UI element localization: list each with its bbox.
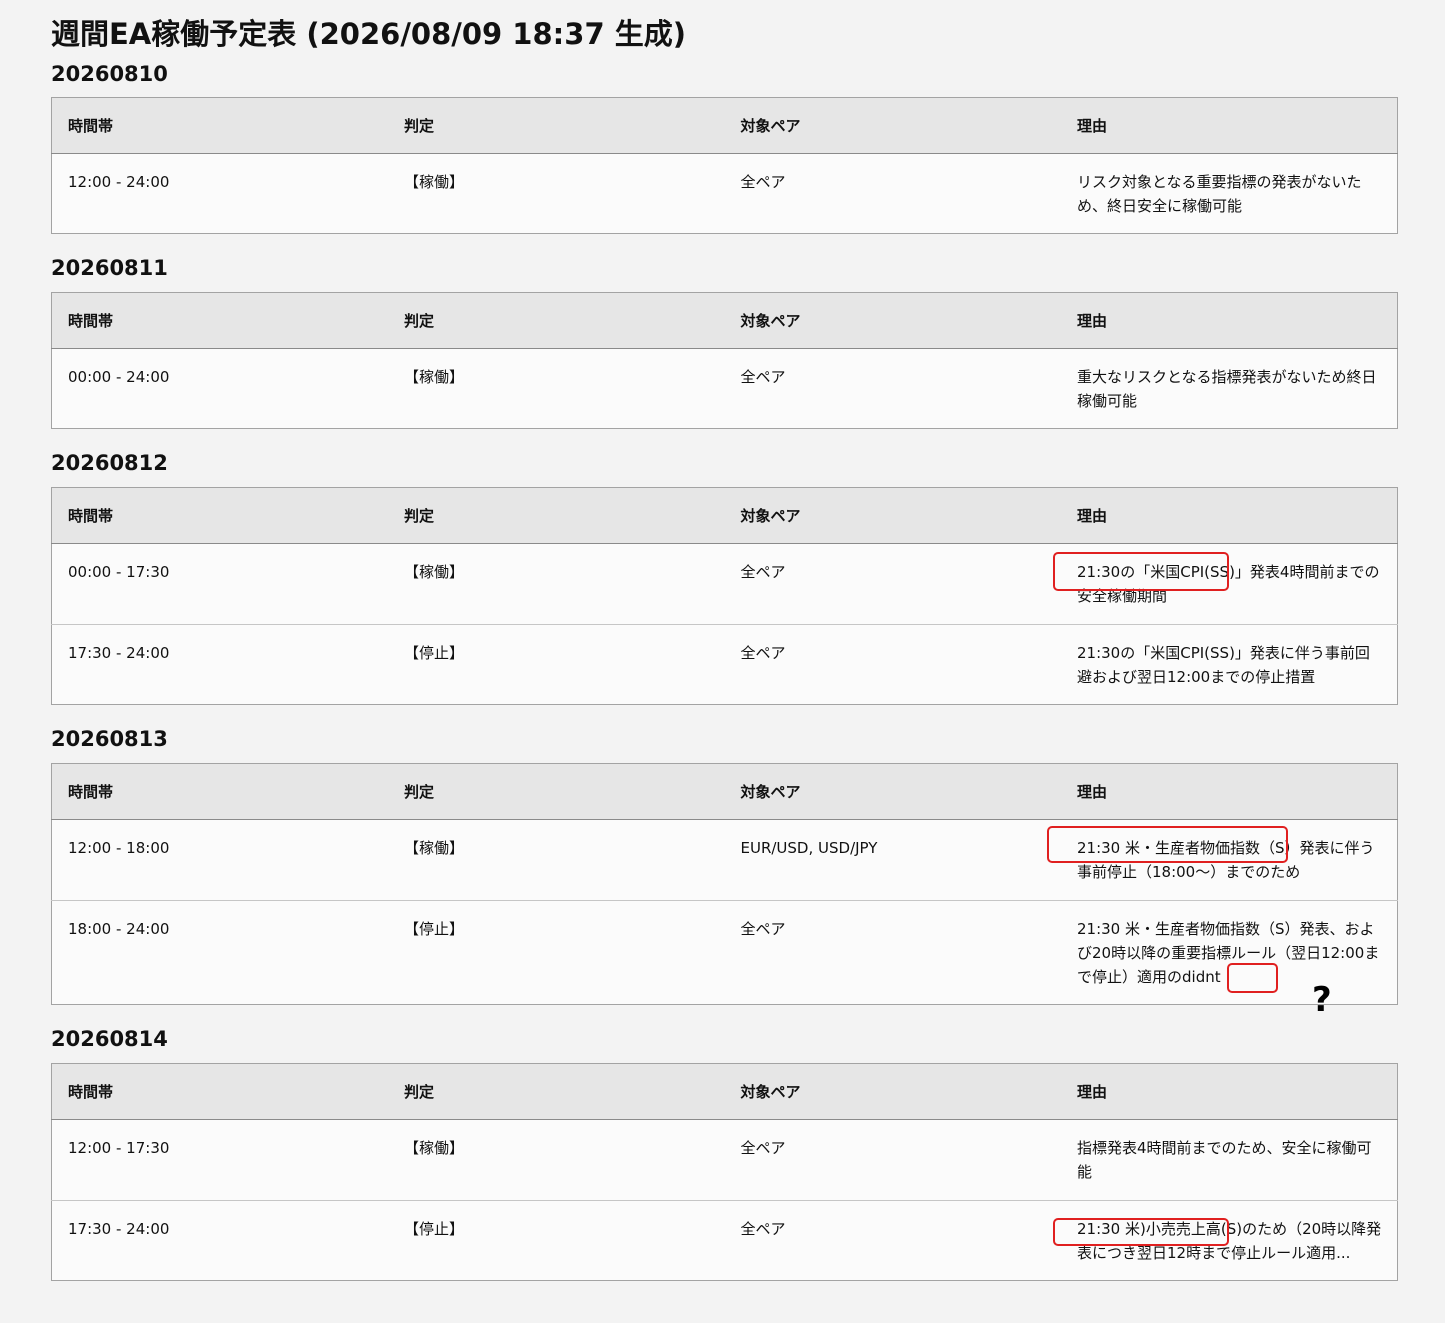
cell-reason: 重大なリスクとなる指標発表がないため終日稼働可能 <box>1077 368 1377 410</box>
header-time: 時間帯 <box>51 1063 388 1120</box>
cell-verdict: 【稼働】 <box>404 368 465 386</box>
schedule-table-20260812: 時間帯 判定 対象ペア 理由 00:00 - 17:30 【稼働】 全ペア 21… <box>51 487 1398 705</box>
cell-pair: 全ペア <box>740 1139 786 1157</box>
day-heading-20260813: 20260813 <box>51 727 168 751</box>
header-verdict: 判定 <box>388 292 725 349</box>
table-row: 18:00 - 24:00 【停止】 全ペア 21:30 米・生産者物価指数（S… <box>51 900 1398 1005</box>
schedule-table-20260810: 時間帯 判定 対象ペア 理由 12:00 - 24:00 【稼働】 全ペア リス… <box>51 97 1398 234</box>
cell-time: 12:00 - 17:30 <box>68 1139 170 1157</box>
cell-reason: 指標発表4時間前までのため、安全に稼働可能 <box>1077 1139 1372 1181</box>
cell-pair: 全ペア <box>724 1200 1061 1281</box>
cell-pair: 全ペア <box>740 368 786 386</box>
header-pair: 対象ペア <box>724 763 1061 820</box>
table-row: 00:00 - 24:00 【稼働】 全ペア 重大なリスクとなる指標発表がないた… <box>52 349 1398 429</box>
table-row: 12:00 - 17:30 【稼働】 全ペア 指標発表4時間前までのため、安全に… <box>52 1120 1398 1201</box>
table-header-row: 時間帯 判定 対象ペア 理由 <box>51 292 1398 349</box>
header-verdict: 判定 <box>388 1063 725 1120</box>
page-title: 週間EA稼働予定表 (2026/08/09 18:37 生成) <box>51 17 686 51</box>
header-reason: 理由 <box>1061 292 1398 349</box>
day-heading-20260810: 20260810 <box>51 62 168 86</box>
cell-time: 12:00 - 18:00 <box>68 839 170 857</box>
table-header-row: 時間帯 判定 対象ペア 理由 <box>51 97 1398 154</box>
schedule-page: 週間EA稼働予定表 (2026/08/09 18:37 生成) 20260810… <box>51 14 1398 1281</box>
table-header-row: 時間帯 判定 対象ペア 理由 <box>51 763 1398 820</box>
schedule-table-20260811: 時間帯 判定 対象ペア 理由 00:00 - 24:00 【稼働】 全ペア 重大… <box>51 292 1398 429</box>
day-heading-20260814: 20260814 <box>51 1027 168 1051</box>
day-heading-20260811: 20260811 <box>51 256 168 280</box>
header-pair: 対象ペア <box>724 97 1061 154</box>
cell-time: 17:30 - 24:00 <box>51 624 388 705</box>
header-reason: 理由 <box>1061 1063 1398 1120</box>
cell-pair: 全ペア <box>724 900 1061 1005</box>
table-header-row: 時間帯 判定 対象ペア 理由 <box>51 1063 1398 1120</box>
cell-verdict: 【稼働】 <box>404 563 465 581</box>
table-row: 17:30 - 24:00 【停止】 全ペア 21:30の「米国CPI(SS)」… <box>51 624 1398 705</box>
cell-reason: 21:30 米・生産者物価指数（S）発表、および20時以降の重要指標ルール（翌日… <box>1061 900 1398 1005</box>
day-heading-20260812: 20260812 <box>51 451 168 475</box>
header-pair: 対象ペア <box>724 1063 1061 1120</box>
header-verdict: 判定 <box>388 487 725 544</box>
cell-pair: 全ペア <box>740 563 786 581</box>
cell-verdict: 【稼働】 <box>404 839 465 857</box>
reason-text: 21:30 米)小売売上高(S)のため（20時以降発表につき翌日12時まで停止ル… <box>1077 1220 1382 1262</box>
header-reason: 理由 <box>1061 97 1398 154</box>
table-header-row: 時間帯 判定 対象ペア 理由 <box>51 487 1398 544</box>
table-row: 00:00 - 17:30 【稼働】 全ペア 21:30の「米国CPI(SS)」… <box>52 544 1398 625</box>
header-pair: 対象ペア <box>724 292 1061 349</box>
table-row: 17:30 - 24:00 【停止】 全ペア 21:30 米)小売売上高(S)の… <box>51 1200 1398 1281</box>
schedule-table-20260813: 時間帯 判定 対象ペア 理由 12:00 - 18:00 【稼働】 EUR/US… <box>51 763 1398 1005</box>
cell-reason: 21:30 米・生産者物価指数（S）発表に伴う事前停止（18:00～）までのため <box>1047 820 1398 901</box>
cell-pair: 全ペア <box>724 624 1061 705</box>
reason-text: 21:30 米・生産者物価指数（S）発表、および20時以降の重要指標ルール（翌日… <box>1077 920 1380 986</box>
header-time: 時間帯 <box>51 97 388 154</box>
header-verdict: 判定 <box>388 97 725 154</box>
cell-verdict: 【停止】 <box>388 900 725 1005</box>
header-reason: 理由 <box>1061 487 1398 544</box>
cell-time: 18:00 - 24:00 <box>51 900 388 1005</box>
table-row: 12:00 - 18:00 【稼働】 EUR/USD, USD/JPY 21:3… <box>52 820 1398 901</box>
cell-verdict: 【停止】 <box>388 1200 725 1281</box>
cell-reason: 21:30 米)小売売上高(S)のため（20時以降発表につき翌日12時まで停止ル… <box>1053 1200 1398 1281</box>
cell-verdict: 【停止】 <box>388 624 725 705</box>
cell-reason: 21:30の「米国CPI(SS)」発表に伴う事前回避および翌日12:00までの停… <box>1061 624 1398 705</box>
reason-text: 21:30の「米国CPI(SS)」発表4時間前までの安全稼働期間 <box>1077 563 1380 605</box>
schedule-table-20260814: 時間帯 判定 対象ペア 理由 12:00 - 17:30 【稼働】 全ペア 指標… <box>51 1063 1398 1281</box>
header-time: 時間帯 <box>51 292 388 349</box>
cell-time: 17:30 - 24:00 <box>51 1200 388 1281</box>
header-time: 時間帯 <box>51 487 388 544</box>
header-pair: 対象ペア <box>724 487 1061 544</box>
header-reason: 理由 <box>1061 763 1398 820</box>
cell-reason: 21:30の「米国CPI(SS)」発表4時間前までの安全稼働期間 <box>1053 544 1398 625</box>
question-mark-annotation: ? <box>1312 980 1332 1020</box>
cell-pair: 全ペア <box>740 173 786 191</box>
cell-time: 12:00 - 24:00 <box>68 173 170 191</box>
table-row: 12:00 - 24:00 【稼働】 全ペア リスク対象となる重要指標の発表がな… <box>52 154 1398 234</box>
cell-verdict: 【稼働】 <box>404 173 465 191</box>
cell-time: 00:00 - 24:00 <box>68 368 170 386</box>
highlight-box <box>1227 963 1278 993</box>
cell-reason: リスク対象となる重要指標の発表がないため、終日安全に稼働可能 <box>1077 173 1362 215</box>
reason-text: 21:30 米・生産者物価指数（S）発表に伴う事前停止（18:00～）までのため <box>1077 839 1375 881</box>
cell-pair: EUR/USD, USD/JPY <box>740 839 878 857</box>
cell-time: 00:00 - 17:30 <box>68 563 170 581</box>
header-time: 時間帯 <box>51 763 388 820</box>
cell-verdict: 【稼働】 <box>404 1139 465 1157</box>
header-verdict: 判定 <box>388 763 725 820</box>
